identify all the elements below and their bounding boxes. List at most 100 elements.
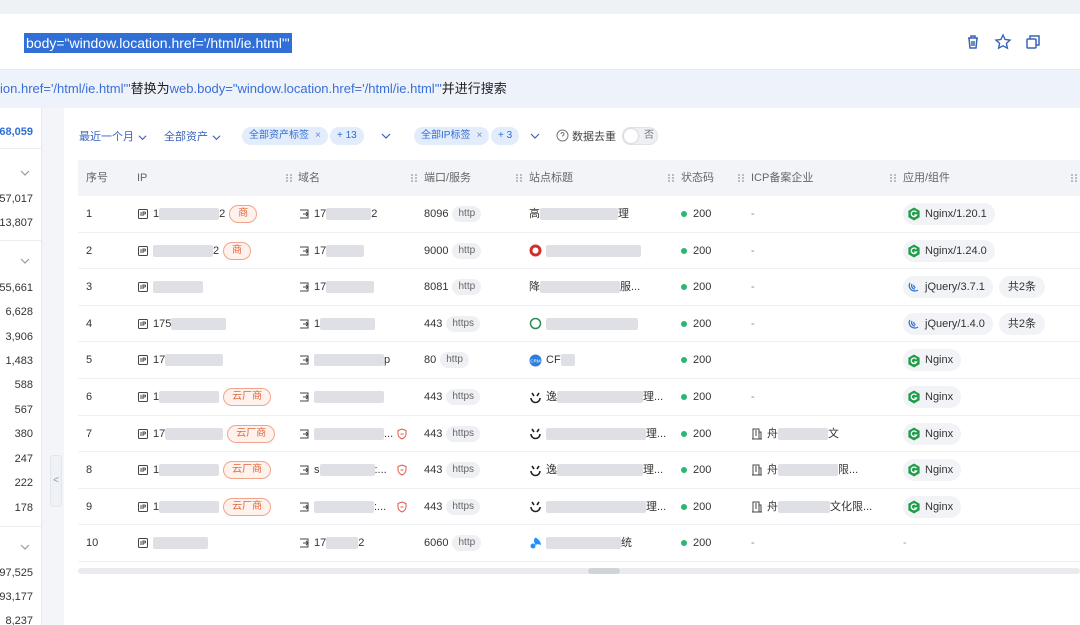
- facet-count[interactable]: 588: [15, 379, 33, 391]
- asset-tag-more-chip[interactable]: + 13: [330, 127, 364, 145]
- col-header-title[interactable]: 站点标题: [529, 160, 573, 196]
- title-cell[interactable]: 逸 理...: [529, 452, 669, 488]
- drag-handle-icon[interactable]: [737, 173, 745, 183]
- cloud-vendor-tag[interactable]: 云厂商: [223, 388, 272, 407]
- search-bar[interactable]: body="window.location.href='/html/ie.htm…: [0, 14, 1080, 70]
- facet-count[interactable]: 380: [15, 428, 33, 440]
- drag-handle-icon[interactable]: [889, 173, 897, 183]
- col-header-component[interactable]: 应用/组件: [903, 160, 950, 196]
- table-row[interactable]: 3 17 8081 http 降 服... 200 - jQuery/3.7.1 共2条: [78, 269, 1080, 306]
- table-row[interactable]: 9 1 云厂商:... 443 https 理... 200 舟 文化限... Nginx: [78, 489, 1080, 526]
- service-tag[interactable]: https: [446, 462, 481, 479]
- horizontal-scrollbar[interactable]: [78, 568, 1080, 574]
- title-cell[interactable]: 降 服...: [529, 269, 669, 305]
- facet-count[interactable]: 6,628: [5, 306, 33, 318]
- table-row[interactable]: 2 2 商 17 9000 http 200- Nginx/1.24.0: [78, 233, 1080, 270]
- icp-cell[interactable]: -: [751, 525, 891, 561]
- copy-icon[interactable]: [1024, 33, 1042, 51]
- ip-tag-chip[interactable]: 全部IP标签 ×: [414, 127, 490, 145]
- component-tag[interactable]: Nginx: [903, 422, 962, 445]
- hint-suggest-link[interactable]: web.body="window.location.href='/html/ie…: [170, 81, 442, 96]
- chevron-down-icon[interactable]: [381, 131, 391, 141]
- facet-count[interactable]: 567: [15, 404, 33, 416]
- table-row[interactable]: 7 17 云厂商... 443 https 理... 200 舟文 Nginx: [78, 416, 1080, 453]
- help-icon[interactable]: [556, 129, 569, 142]
- component-more-count[interactable]: 共2条: [998, 276, 1046, 299]
- ip-cell[interactable]: 175: [137, 306, 277, 342]
- facet-count[interactable]: 413,807: [0, 217, 33, 229]
- ip-cell[interactable]: 2商: [137, 233, 277, 269]
- service-tag[interactable]: http: [440, 352, 469, 369]
- port-cell[interactable]: 8096 http: [424, 196, 482, 232]
- domain-cell[interactable]: 17: [298, 233, 423, 269]
- col-header-icp[interactable]: ICP备案企业: [751, 160, 813, 196]
- facet-count[interactable]: 93,177: [0, 591, 33, 603]
- shield-icon[interactable]: [396, 501, 408, 513]
- cloud-vendor-tag[interactable]: 商: [223, 241, 252, 260]
- port-cell[interactable]: 443 https: [424, 306, 481, 342]
- security-badge[interactable]: [396, 452, 408, 488]
- service-tag[interactable]: https: [446, 389, 481, 406]
- cloud-vendor-tag[interactable]: 云厂商: [223, 497, 272, 516]
- component-tag[interactable]: Nginx: [903, 349, 962, 372]
- port-cell[interactable]: 443 https: [424, 489, 481, 525]
- table-row[interactable]: 6 1 云厂商 443 https 逸 理... 200 - Nginx: [78, 379, 1080, 416]
- component-tag[interactable]: Nginx: [903, 459, 962, 482]
- table-row[interactable]: 5 17 p 80 http CRM CF 200 Nginx: [78, 342, 1080, 379]
- component-tag[interactable]: Nginx/1.20.1: [903, 203, 995, 226]
- trash-icon[interactable]: [964, 33, 982, 51]
- collapse-sidebar-button[interactable]: <: [50, 455, 62, 507]
- col-header-index[interactable]: 序号: [86, 160, 108, 196]
- icp-cell[interactable]: -: [751, 233, 891, 269]
- icp-cell[interactable]: -: [751, 269, 891, 305]
- port-cell[interactable]: 9000 http: [424, 233, 482, 269]
- ip-cell[interactable]: 1 云厂商: [137, 452, 277, 488]
- icp-cell[interactable]: -: [751, 196, 891, 232]
- star-icon[interactable]: [994, 33, 1012, 51]
- service-tag[interactable]: https: [446, 425, 481, 442]
- chevron-down-icon[interactable]: [20, 256, 30, 266]
- ip-cell[interactable]: 17: [137, 342, 277, 378]
- table-row[interactable]: 4 175 1 443 https 200 - jQuery/1.4.0 共2条: [78, 306, 1080, 343]
- chevron-down-icon[interactable]: [20, 168, 30, 178]
- shield-icon[interactable]: [396, 464, 408, 476]
- icp-cell[interactable]: [751, 342, 891, 378]
- col-header-status[interactable]: 状态码: [681, 160, 714, 196]
- domain-cell[interactable]: p: [298, 342, 423, 378]
- chevron-down-icon[interactable]: [20, 542, 30, 552]
- ip-cell[interactable]: 17 云厂商: [137, 416, 277, 452]
- service-tag[interactable]: https: [446, 498, 481, 515]
- table-row[interactable]: 10 17 2 6060 http 统 200 - -: [78, 525, 1080, 562]
- ip-tag-more-chip[interactable]: + 3: [491, 127, 520, 145]
- facet-count[interactable]: 8,237: [5, 615, 33, 625]
- col-header-port[interactable]: 端口/服务: [424, 160, 471, 196]
- close-icon[interactable]: ×: [476, 130, 482, 141]
- component-tag[interactable]: Nginx: [903, 495, 962, 518]
- security-badge[interactable]: [396, 489, 408, 525]
- drag-handle-icon[interactable]: [1070, 173, 1078, 183]
- drag-handle-icon[interactable]: [667, 173, 675, 183]
- port-cell[interactable]: 443 https: [424, 379, 481, 415]
- icp-cell[interactable]: 舟文: [751, 416, 891, 452]
- facet-count[interactable]: 3,906: [5, 331, 33, 343]
- security-badge[interactable]: [396, 416, 408, 452]
- title-cell[interactable]: 统: [529, 525, 669, 561]
- facet-count[interactable]: 97,525: [0, 567, 33, 579]
- icp-cell[interactable]: 舟 文化限...: [751, 489, 891, 525]
- scrollbar-thumb[interactable]: [588, 568, 620, 574]
- facet-count[interactable]: 57,017: [0, 193, 33, 205]
- component-more-count[interactable]: 共2条: [998, 312, 1046, 335]
- ip-cell[interactable]: 12商: [137, 196, 277, 232]
- domain-cell[interactable]: 17: [298, 269, 423, 305]
- title-cell[interactable]: 理...: [529, 416, 669, 452]
- domain-cell[interactable]: [298, 379, 423, 415]
- port-cell[interactable]: 443 https: [424, 452, 481, 488]
- title-cell[interactable]: [529, 233, 669, 269]
- table-row[interactable]: 1 1 2 商 17 2 8096 http 高理 200- Nginx/1.20.1: [78, 196, 1080, 233]
- title-cell[interactable]: [529, 306, 669, 342]
- facet-count[interactable]: 68,059: [0, 126, 33, 138]
- service-tag[interactable]: http: [452, 279, 482, 296]
- title-cell[interactable]: 高理: [529, 196, 669, 232]
- domain-cell[interactable]: 17 2: [298, 196, 423, 232]
- shield-icon[interactable]: [396, 428, 408, 440]
